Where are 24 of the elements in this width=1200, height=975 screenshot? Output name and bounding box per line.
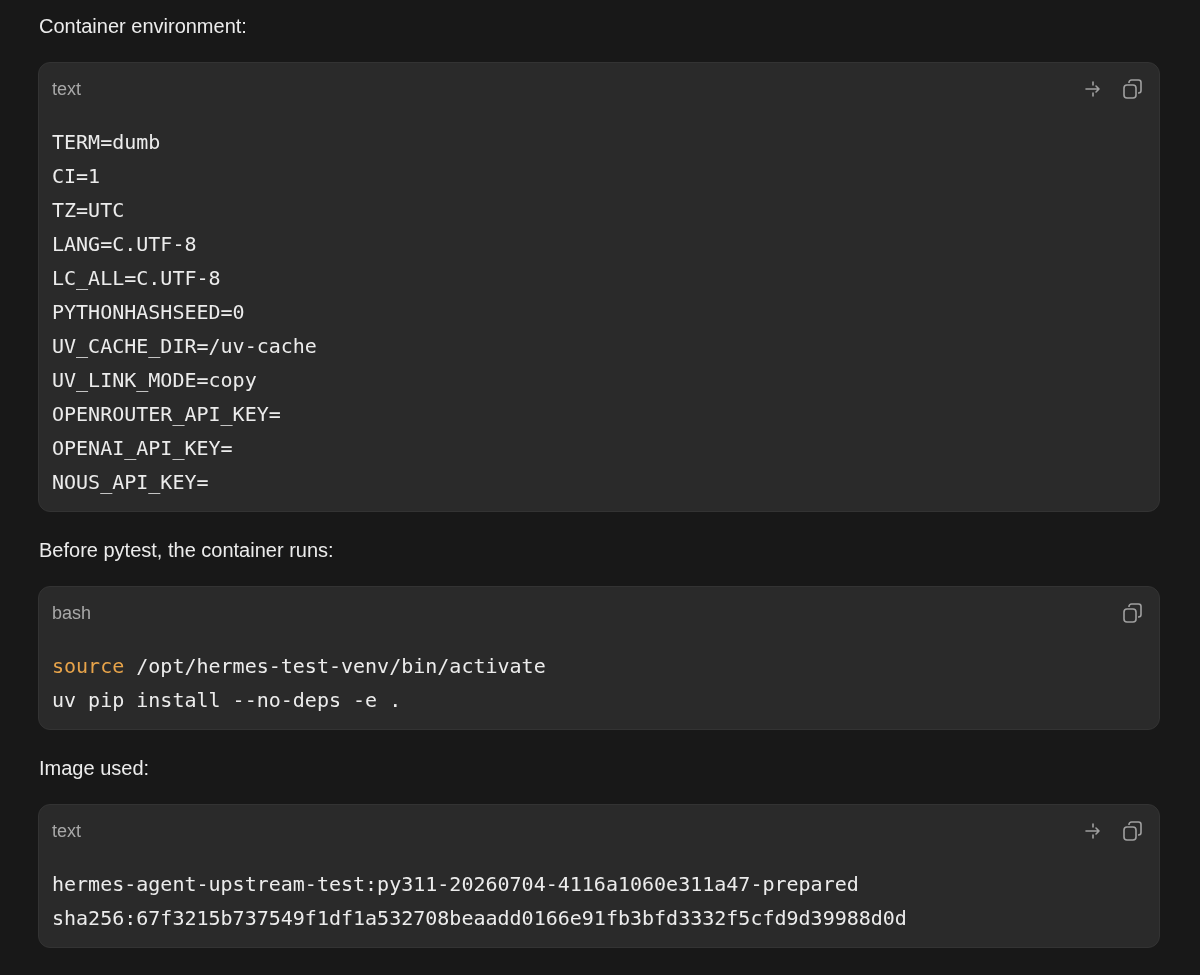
code-line: TERM=dumb <box>52 129 161 156</box>
language-label: text <box>52 820 81 842</box>
code-line: UV_LINK_MODE=copy <box>52 367 257 394</box>
code-line: CI=1 <box>52 163 101 190</box>
code-line: source /opt/hermes-test-venv/bin/activate <box>52 653 546 680</box>
code-line: LANG=C.UTF-8 <box>52 231 197 258</box>
code-line: NOUS_API_KEY= <box>52 469 209 496</box>
copy-icon <box>1122 78 1144 100</box>
section-heading: Before pytest, the container runs: <box>38 538 335 563</box>
section-heading: Image used: <box>38 756 151 781</box>
code-line: LC_ALL=C.UTF-8 <box>52 265 221 292</box>
code-line: OPENAI_API_KEY= <box>52 435 233 462</box>
code-line: uv pip install --no-deps -e . <box>52 687 402 714</box>
section-heading: Container environment: <box>38 14 248 39</box>
code-line: sha256:67f3215b737549f1df1a532708beaadd0166e91fb3bfd3332f5cfd9d39988d0d <box>52 905 907 932</box>
code-line: OPENROUTER_API_KEY= <box>52 401 281 428</box>
code-line: TZ=UTC <box>52 197 125 224</box>
code-line: hermes-agent-upstream-test:py311-20260704-4116a1060e311a47-prepared <box>52 871 859 898</box>
copy-icon <box>1122 602 1144 624</box>
code-line: PYTHONHASHSEED=0 <box>52 299 245 326</box>
copy-icon <box>1122 820 1144 842</box>
code-line: UV_CACHE_DIR=/uv-cache <box>52 333 317 360</box>
language-label: text <box>52 78 81 100</box>
language-label: bash <box>52 602 92 624</box>
